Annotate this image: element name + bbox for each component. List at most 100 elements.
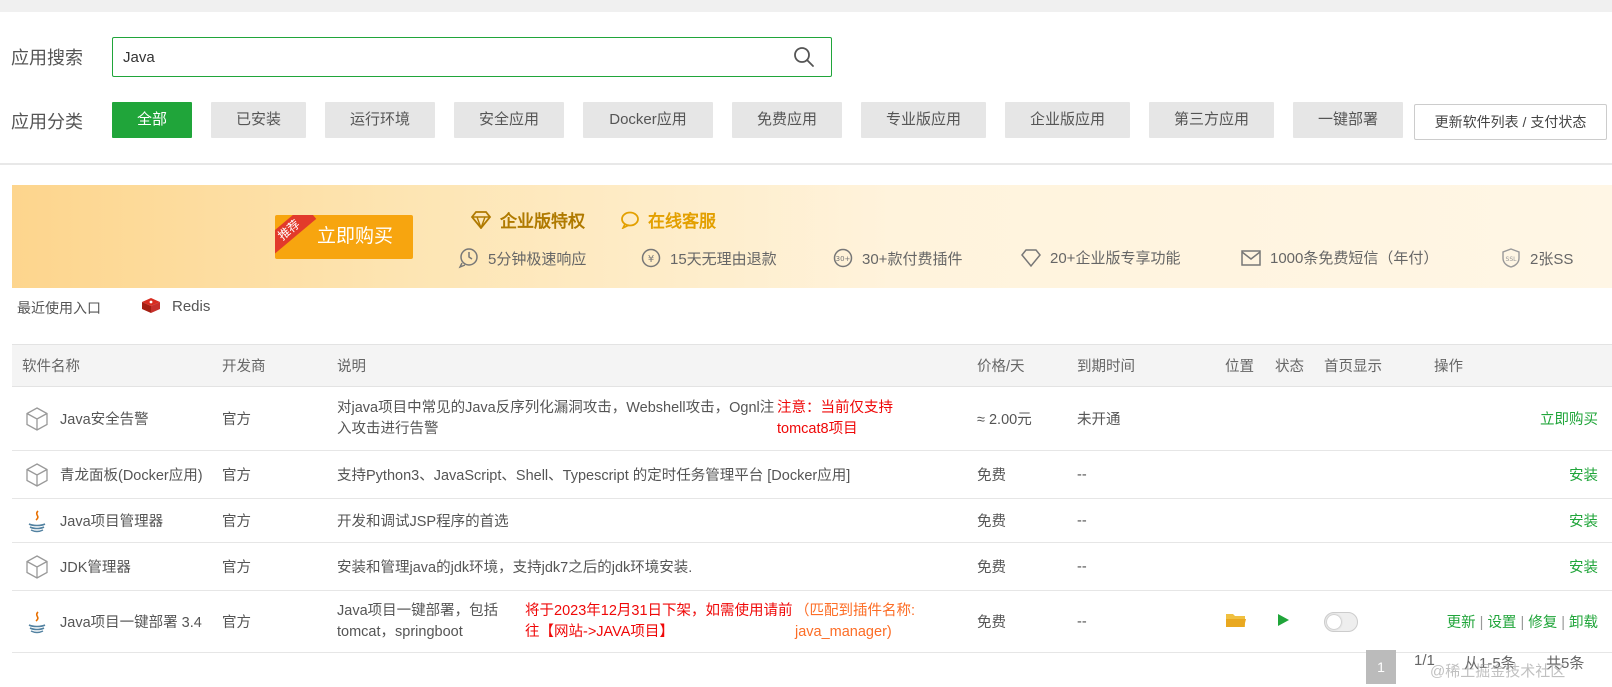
update-action[interactable]: 更新 [1447,615,1476,631]
buy-now-label: 立即购买 [316,226,393,247]
search-input[interactable] [113,38,773,76]
app-name: Java项目管理器 [60,514,164,530]
plugin-count-icon: 30+ [833,248,853,268]
java-icon [28,610,46,633]
table-row: Java项目一键部署 3.4 官方 Java项目一键部署，包括tomcat，sp… [12,590,1612,653]
install-action[interactable]: 安装 [1569,560,1598,576]
online-service-link[interactable]: 在线客服 [620,207,716,232]
repair-action[interactable]: 修复 [1528,615,1557,631]
developer: 官方 [222,450,337,499]
mail-icon [1241,249,1261,266]
svg-text:SSL: SSL [1506,256,1518,263]
uninstall-action[interactable]: 卸载 [1569,615,1598,631]
perk-features: 20+企业版专享功能 [1020,247,1180,268]
col-expire: 到期时间 [1077,344,1225,387]
buy-now-action[interactable]: 立即购买 [1540,412,1598,428]
search-box[interactable] [112,37,832,77]
install-action[interactable]: 安装 [1569,514,1598,530]
enterprise-title: 企业版特权 [470,207,585,232]
expire: -- [1077,542,1225,591]
app-name: 青龙面板(Docker应用) [60,468,203,484]
app-description: Java项目一键部署，包括tomcat，springboot [337,602,499,640]
chat-icon [621,211,639,229]
svg-text:¥: ¥ [648,254,654,265]
col-price: 价格/天 [977,344,1077,387]
table-row: Java安全告警 官方 对java项目中常见的Java反序列化漏洞攻击，Webs… [12,386,1612,451]
col-actions: 操作 [1434,344,1612,387]
perk-response: 5分钟极速响应 [458,247,586,269]
price: ≈ 2.00元 [977,386,1077,451]
java-icon [28,509,46,532]
divider [0,163,1612,165]
home-display-toggle[interactable] [1324,611,1358,632]
enterprise-banner: 推荐 立即购买 企业版特权 在线客服 5分钟极速响应 ¥ 15天无理由退款 30… [12,185,1612,288]
search-label: 应用搜索 [11,48,83,68]
app-description: 安装和管理java的jdk环境，支持jdk7之后的jdk环境安装. [337,542,977,591]
table-row: JDK管理器 官方 安装和管理java的jdk环境，支持jdk7之后的jdk环境… [12,542,1612,591]
col-description: 说明 [337,344,977,387]
col-home-display: 首页显示 [1324,344,1434,387]
box-icon [26,554,48,579]
tab-installed[interactable]: 已安装 [211,102,306,138]
table-header: 软件名称 开发商 说明 价格/天 到期时间 位置 状态 首页显示 操作 [12,344,1612,387]
install-action[interactable]: 安装 [1569,468,1598,484]
price: 免费 [977,590,1077,653]
refund-icon: ¥ [641,248,661,268]
perk-ssl: SSL 2张SS [1500,247,1573,269]
price: 免费 [977,542,1077,591]
app-name: Java项目一键部署 3.4 [60,615,202,631]
clock-icon [458,248,478,269]
tab-pro[interactable]: 专业版应用 [861,102,986,138]
diamond-outline-icon [1021,248,1041,267]
app-description: 支持Python3、JavaScript、Shell、Typescript 的定… [337,450,977,499]
pager-current[interactable]: 1 [1366,650,1396,684]
refresh-list-button[interactable]: 更新软件列表 / 支付状态 [1414,104,1607,140]
table-row: 青龙面板(Docker应用) 官方 支持Python3、JavaScript、S… [12,450,1612,499]
recent-label: 最近使用入口 [17,300,101,316]
price: 免费 [977,498,1077,543]
folder-icon[interactable] [1225,611,1247,629]
buy-now-button[interactable]: 推荐 立即购买 [275,215,413,259]
recent-item-redis[interactable]: Redis [140,296,210,316]
perk-refund: ¥ 15天无理由退款 [640,247,777,269]
col-name: 软件名称 [12,344,222,387]
tab-docker[interactable]: Docker应用 [583,102,713,138]
box-icon [26,462,48,487]
tab-enterprise[interactable]: 企业版应用 [1005,102,1130,138]
ssl-icon: SSL [1502,248,1520,268]
diamond-icon [470,210,492,229]
expire: -- [1077,590,1225,653]
redis-icon [142,298,160,313]
table-row: Java项目管理器 官方 开发和调试JSP程序的首选 免费 -- 安装 [12,498,1612,543]
expire: 未开通 [1077,386,1225,451]
tab-security[interactable]: 安全应用 [454,102,564,138]
app-note: 将于2023年12月31日下架，如需使用请前往【网站->JAVA项目】 [525,602,793,640]
search-icon[interactable] [793,46,815,68]
tab-free[interactable]: 免费应用 [732,102,842,138]
app-table: 软件名称 开发商 说明 价格/天 到期时间 位置 状态 首页显示 操作 Java… [12,344,1612,653]
expire: -- [1077,450,1225,499]
tab-all[interactable]: 全部 [112,102,192,138]
col-location: 位置 [1225,344,1275,387]
app-description: 开发和调试JSP程序的首选 [337,498,977,543]
app-description: 对java项目中常见的Java反序列化漏洞攻击，Webshell攻击，Ognl注… [337,399,775,437]
tab-runtime[interactable]: 运行环境 [325,102,435,138]
tab-one-click[interactable]: 一键部署 [1293,102,1403,138]
developer: 官方 [222,542,337,591]
col-status: 状态 [1275,344,1324,387]
play-icon[interactable] [1275,612,1291,628]
app-name: JDK管理器 [60,560,131,576]
app-note: 注意：当前仅支持tomcat8项目 [777,399,893,437]
developer: 官方 [222,386,337,451]
app-name: Java安全告警 [60,412,149,428]
top-strip [0,0,1612,12]
col-developer: 开发商 [222,344,337,387]
box-icon [26,406,48,431]
developer: 官方 [222,498,337,543]
tab-third-party[interactable]: 第三方应用 [1149,102,1274,138]
price: 免费 [977,450,1077,499]
watermark: @稀土掘金技术社区 [1430,663,1566,680]
perk-sms: 1000条免费短信（年付） [1240,247,1438,268]
settings-action[interactable]: 设置 [1487,615,1516,631]
category-label: 应用分类 [11,112,83,132]
